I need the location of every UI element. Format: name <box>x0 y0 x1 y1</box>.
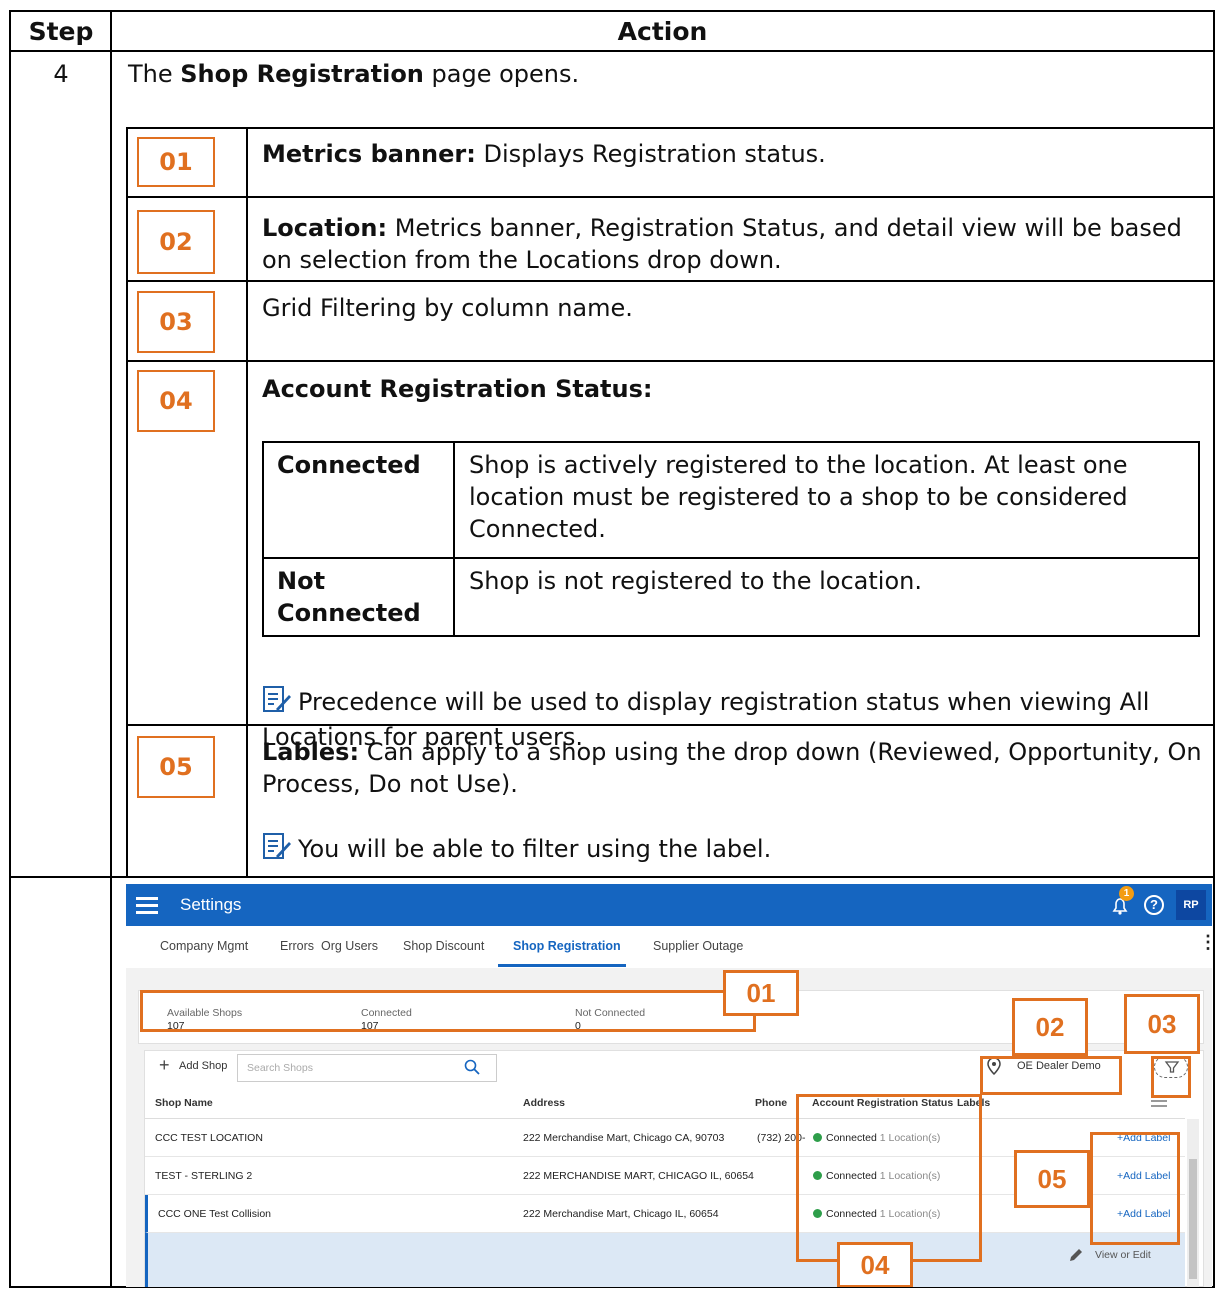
note-edit-icon <box>262 832 292 868</box>
intro-prefix: The <box>128 60 181 88</box>
more-options-icon[interactable]: ⋮ <box>1199 932 1212 953</box>
row-detail-panel: View or Edit <box>145 1233 1185 1287</box>
row-shop-name: CCC TEST LOCATION <box>155 1132 263 1144</box>
scrollbar[interactable] <box>1187 1119 1199 1287</box>
help-icon[interactable]: ? <box>1144 895 1164 915</box>
scrollbar-thumb[interactable] <box>1189 1159 1197 1279</box>
header-action: Action <box>617 17 708 46</box>
app-header: Settings 1 ? RP <box>126 884 1212 926</box>
marker-02: 02 <box>1012 998 1088 1056</box>
add-icon[interactable]: + <box>159 1055 170 1076</box>
callout-03-badge: 03 <box>137 291 215 353</box>
callout-01-text: Metrics banner: Displays Registration st… <box>262 138 1202 170</box>
pencil-icon[interactable] <box>1068 1247 1084 1268</box>
intro-text: The Shop Registration page opens. <box>128 58 579 91</box>
callout-04-badge: 04 <box>137 370 215 432</box>
marker-05: 05 <box>1014 1150 1090 1208</box>
callout-05-text: Lables: Can apply to a shop using the dr… <box>262 736 1202 800</box>
col-shop-name[interactable]: Shop Name <box>155 1097 213 1109</box>
avatar[interactable]: RP <box>1176 890 1206 920</box>
callout-02-title: Location: <box>262 214 388 242</box>
intro-suffix: page opens. <box>423 60 580 88</box>
active-tab-underline <box>498 964 626 967</box>
callout-04-title: Account Registration Status: <box>262 375 653 403</box>
callout-02-badge: 02 <box>137 210 215 274</box>
marker-04-outline <box>796 1094 982 1262</box>
row-address: 222 MERCHANDISE MART, CHICAGO IL, 60654 <box>523 1170 754 1182</box>
notification-badge: 1 <box>1119 886 1134 901</box>
row-address: 222 Merchandise Mart, Chicago CA, 90703 <box>523 1132 725 1144</box>
callout-01-desc: Displays Registration status. <box>475 140 826 168</box>
callout-03-desc: Grid Filtering by column name. <box>262 294 633 322</box>
status-connected-desc: Shop is actively registered to the locat… <box>469 451 1128 543</box>
step-number: 4 <box>53 60 69 88</box>
tab-errors[interactable]: Errors <box>280 939 314 953</box>
marker-02-outline <box>980 1056 1122 1095</box>
settings-tabs: Company Mgmt Errors Org Users Shop Disco… <box>126 926 1212 968</box>
col-address[interactable]: Address <box>523 1097 565 1109</box>
marker-01: 01 <box>723 970 799 1016</box>
callout-02-text: Location: Metrics banner, Registration S… <box>262 212 1202 276</box>
labels-note-text: You will be able to filter using the lab… <box>298 835 772 863</box>
callout-05-badge: 05 <box>137 736 215 798</box>
labels-note: You will be able to filter using the lab… <box>262 832 1202 868</box>
tab-shop-registration[interactable]: Shop Registration <box>513 939 621 953</box>
callout-01-badge: 01 <box>137 137 215 187</box>
marker-04: 04 <box>837 1242 913 1287</box>
status-not-connected-desc: Shop is not registered to the location. <box>469 567 922 595</box>
callout-03-text: Grid Filtering by column name. <box>262 292 1202 324</box>
note-edit-icon <box>262 685 292 721</box>
row-address: 222 Merchandise Mart, Chicago IL, 60654 <box>523 1208 719 1220</box>
row-shop-name: CCC ONE Test Collision <box>158 1208 272 1220</box>
search-input[interactable]: Search Shops <box>237 1054 497 1082</box>
view-edit-link[interactable]: View or Edit <box>1095 1249 1151 1261</box>
search-placeholder: Search Shops <box>247 1062 313 1074</box>
header-step: Step <box>28 17 94 46</box>
hamburger-menu-icon[interactable] <box>136 895 158 920</box>
tab-shop-discount[interactable]: Shop Discount <box>403 939 484 953</box>
tab-org-users[interactable]: Org Users <box>321 939 378 953</box>
status-connected: Connected <box>277 451 421 479</box>
callout-02-desc: Metrics banner, Registration Status, and… <box>262 214 1182 274</box>
marker-03-outline <box>1151 1056 1191 1098</box>
marker-03: 03 <box>1124 994 1200 1054</box>
marker-01-outline <box>140 990 756 1032</box>
col-phone[interactable]: Phone <box>755 1097 787 1109</box>
intro-bold: Shop Registration <box>180 60 424 88</box>
add-shop-button[interactable]: Add Shop <box>179 1060 227 1072</box>
row-shop-name: TEST - STERLING 2 <box>155 1170 253 1182</box>
shop-registration-screenshot: Settings 1 ? RP Company Mgmt Errors Org … <box>126 884 1212 1287</box>
tab-supplier-outage[interactable]: Supplier Outage <box>653 939 743 953</box>
search-icon[interactable] <box>464 1059 480 1080</box>
app-title: Settings <box>180 895 242 914</box>
tab-company-mgmt[interactable]: Company Mgmt <box>160 939 248 953</box>
marker-05-outline <box>1090 1132 1180 1245</box>
status-not-connected: Not Connected <box>277 567 421 627</box>
callout-01-title: Metrics banner: <box>262 140 476 168</box>
callout-05-desc: Can apply to a shop using the drop down … <box>262 738 1202 798</box>
callout-05-title: Lables: <box>262 738 360 766</box>
